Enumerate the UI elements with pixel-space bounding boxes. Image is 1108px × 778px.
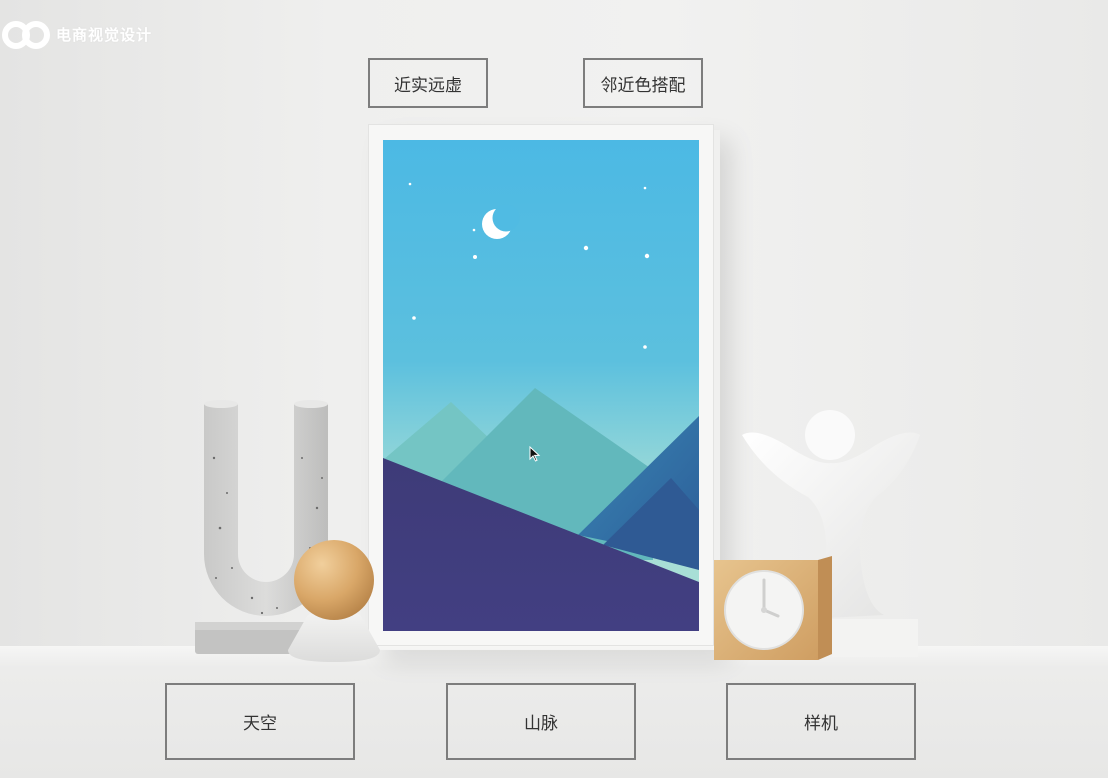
wooden-ball-ornament	[284, 538, 384, 662]
mouse-cursor-icon	[529, 445, 541, 466]
label-mockup: 样机	[726, 683, 916, 760]
clock-icon	[724, 570, 804, 650]
label-sky: 天空	[165, 683, 355, 760]
infinity-logo-icon	[2, 21, 50, 49]
label-adjacent-colors: 邻近色搭配	[583, 58, 703, 108]
label-mountains: 山脉	[446, 683, 636, 760]
brand-name: 电商视觉设计	[56, 25, 153, 44]
label-near-sharp-far-blur: 近实远虚	[368, 58, 488, 108]
wooden-clock	[714, 556, 834, 662]
brand-logo: 电商视觉设计	[2, 18, 152, 50]
mockup-scene: 电商视觉设计 近实远虚 邻近色搭配 天空 山脉 样机	[0, 0, 1108, 778]
poster-artwork	[383, 140, 699, 631]
